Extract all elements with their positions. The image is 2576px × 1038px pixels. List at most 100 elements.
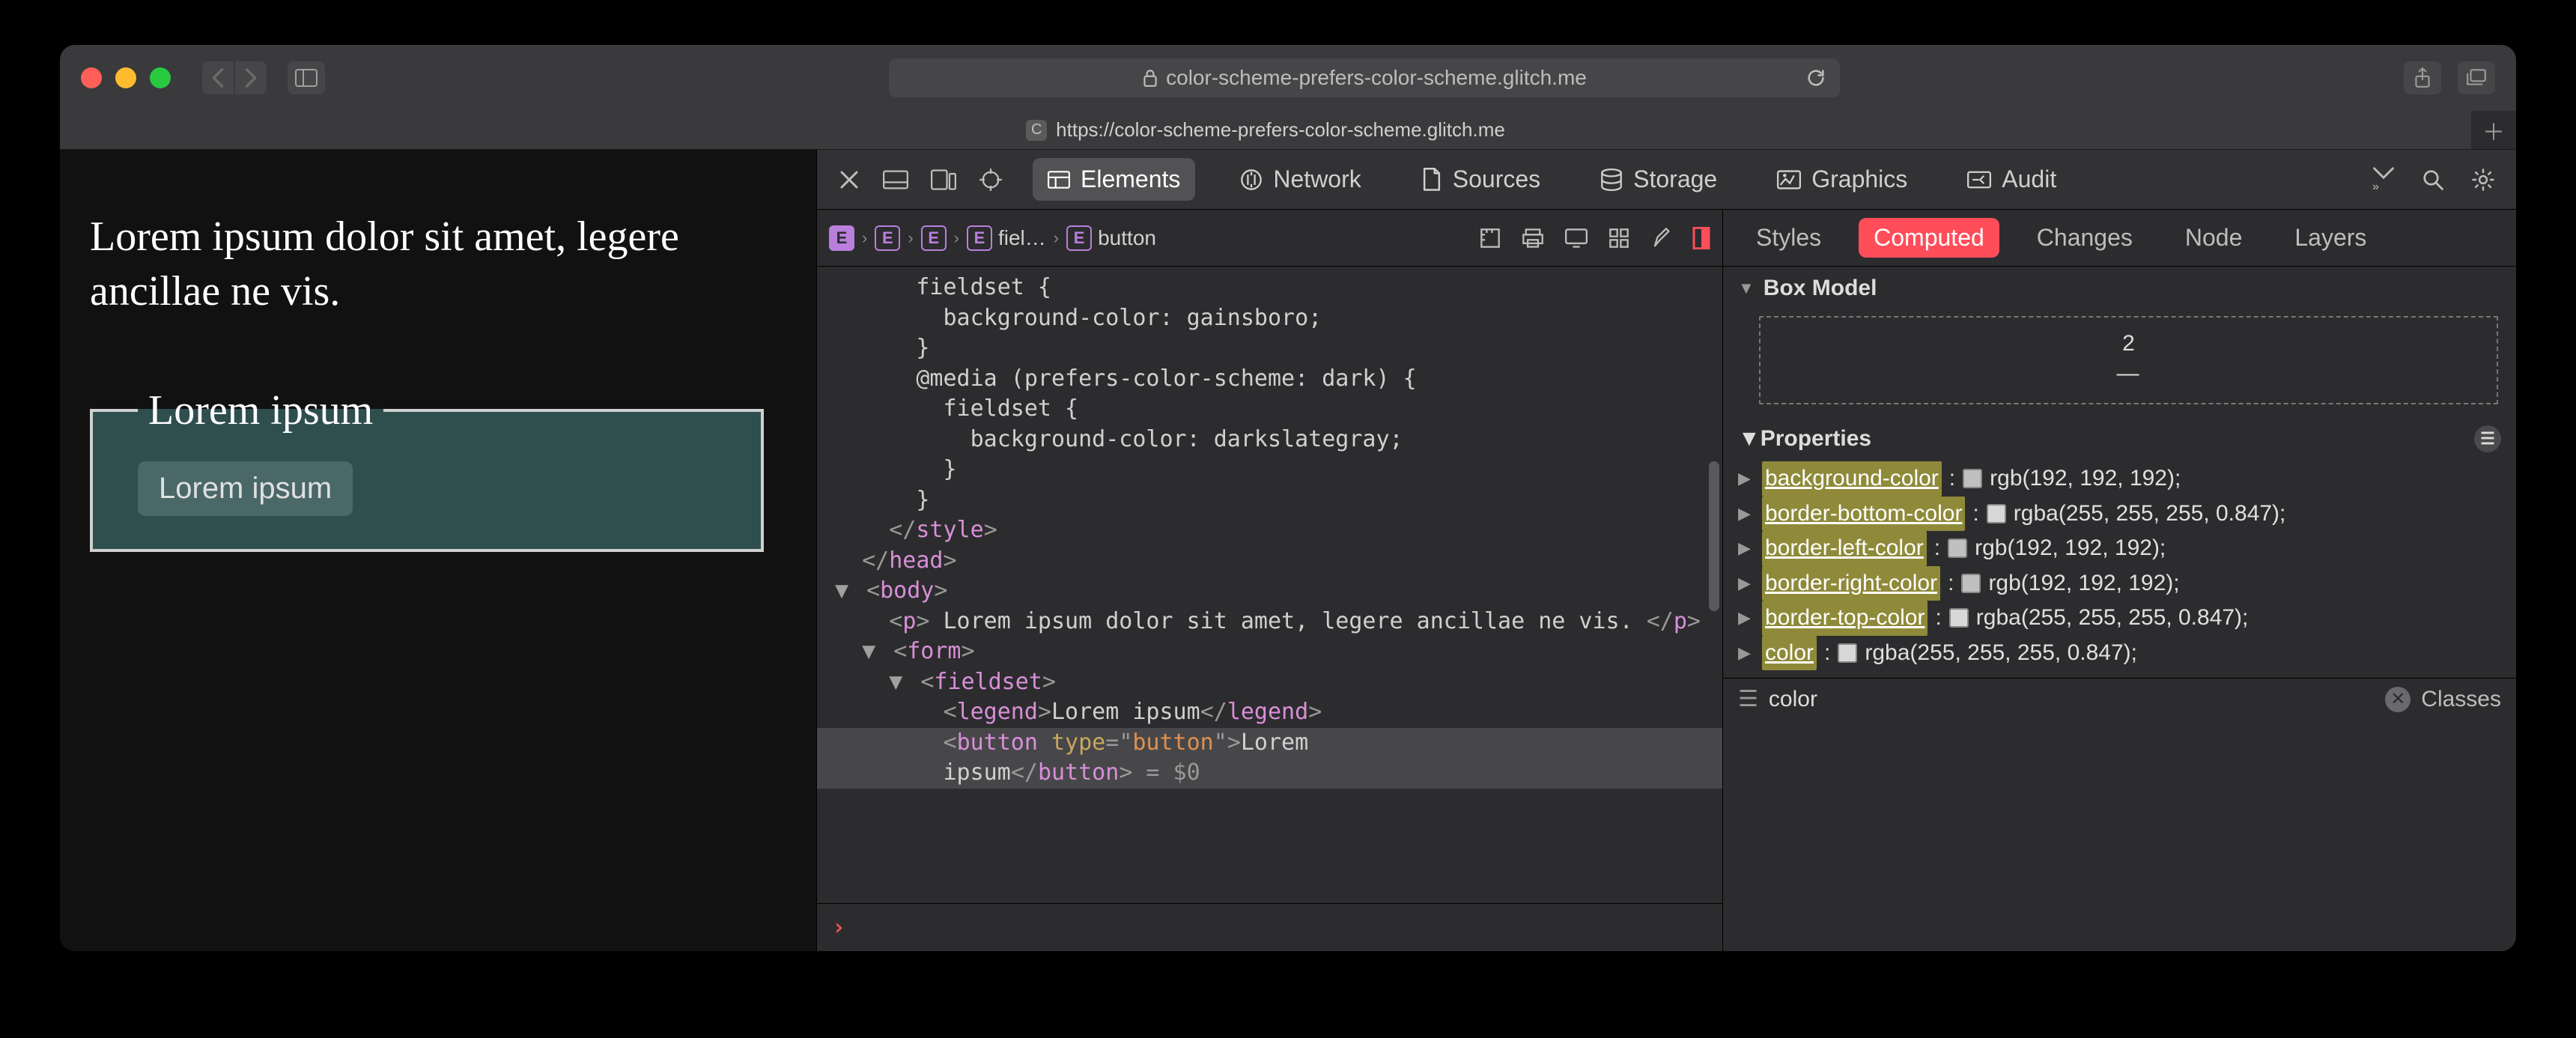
property-value: rgb(192, 192, 192); (1988, 566, 2179, 601)
color-swatch[interactable] (1987, 504, 2006, 523)
disclosure-triangle-icon: ▶ (1738, 535, 1755, 561)
reload-button[interactable] (1805, 67, 1826, 88)
search-icon[interactable] (2422, 169, 2444, 191)
devtools-left-icons (838, 168, 1003, 192)
tab-graphics[interactable]: Graphics (1762, 158, 1922, 201)
clear-filter-button[interactable]: ✕ (2385, 687, 2411, 712)
breadcrumb-item[interactable]: Efiel… (967, 225, 1046, 251)
tab-sources[interactable]: Sources (1406, 158, 1555, 201)
devtools-tabbar: Elements Network Sources Storage Graphic… (817, 150, 2516, 210)
styles-pane: Styles Computed Changes Node Layers ▼ Bo… (1723, 210, 2516, 951)
chevron-right-icon: › (954, 228, 959, 248)
tabs-button[interactable] (2458, 61, 2495, 94)
lock-icon (1142, 68, 1158, 88)
titlebar: color-scheme-prefers-color-scheme.glitch… (60, 45, 2516, 111)
nav-buttons (202, 61, 267, 94)
filter-icon[interactable]: ☰ (2474, 425, 2501, 452)
tab-styles[interactable]: Styles (1741, 218, 1836, 258)
disclosure-triangle-icon: ▶ (1738, 466, 1755, 491)
property-row[interactable]: ▶border-left-color: rgb(192, 192, 192); (1738, 531, 2501, 566)
property-name: border-left-color (1762, 531, 1927, 566)
browser-tab[interactable]: C https://color-scheme-prefers-color-sch… (60, 111, 2471, 149)
back-button[interactable] (202, 61, 234, 94)
page-button[interactable]: Lorem ipsum (138, 461, 353, 516)
devtools-body: E › E › E › Efiel… › Ebutton (817, 210, 2516, 951)
color-swatch[interactable] (1948, 538, 1967, 558)
disclosure-triangle-icon: ▶ (1738, 640, 1755, 666)
zoom-window-button[interactable] (150, 67, 171, 88)
browser-window: color-scheme-prefers-color-scheme.glitch… (60, 45, 2516, 951)
chevron-right-icon: › (862, 228, 867, 248)
properties-header[interactable]: ▼ Properties ☰ (1723, 416, 2516, 461)
tab-node[interactable]: Node (2170, 218, 2258, 258)
styles-tabbar: Styles Computed Changes Node Layers (1723, 210, 2516, 267)
dom-tree[interactable]: fieldset { background-color: gainsboro; … (817, 267, 1722, 903)
console-prompt[interactable]: › (817, 903, 1722, 951)
inspect-icon[interactable] (979, 168, 1003, 192)
page-content: Lorem ipsum dolor sit amet, legere ancil… (60, 150, 816, 951)
filter-row: ☰ ✕ Classes (1723, 678, 2516, 720)
scrollbar[interactable] (1709, 461, 1719, 611)
property-name: border-bottom-color (1762, 497, 1965, 532)
address-bar[interactable]: color-scheme-prefers-color-scheme.glitch… (889, 58, 1840, 97)
box-model[interactable]: 2 — (1759, 316, 2498, 404)
tab-elements[interactable]: Elements (1033, 158, 1195, 201)
classes-button[interactable]: Classes (2421, 687, 2501, 712)
disclosure-triangle-icon: ▼ (1738, 426, 1761, 452)
breadcrumb-item[interactable]: E (921, 225, 947, 251)
disclosure-triangle-icon: ▶ (1738, 605, 1755, 631)
property-value: rgb(192, 192, 192); (1990, 461, 2181, 497)
property-name: background-color (1762, 461, 1942, 497)
paint-icon[interactable] (1650, 227, 1671, 249)
ruler-icon[interactable] (1480, 228, 1501, 249)
property-row[interactable]: ▶border-top-color: rgba(255, 255, 255, 0… (1738, 601, 2501, 636)
tab-audit[interactable]: Audit (1952, 158, 2071, 201)
filter-funnel-icon: ☰ (1738, 686, 1758, 712)
box-model-top: 2 (1761, 331, 2497, 356)
property-row[interactable]: ▶background-color: rgb(192, 192, 192); (1738, 461, 2501, 497)
breadcrumb-item[interactable]: E (829, 225, 854, 251)
minimize-window-button[interactable] (115, 67, 136, 88)
disclosure-triangle-icon: ▶ (1738, 501, 1755, 526)
tab-changes[interactable]: Changes (2022, 218, 2148, 258)
property-row[interactable]: ▶border-right-color: rgb(192, 192, 192); (1738, 566, 2501, 601)
breadcrumb-item[interactable]: Ebutton (1066, 225, 1156, 251)
page-form: Lorem ipsum Lorem ipsum (90, 386, 786, 552)
breadcrumb-tools (1480, 227, 1710, 249)
property-value: rgba(255, 255, 255, 0.847); (1976, 601, 2249, 636)
breadcrumb-item[interactable]: E (875, 225, 900, 251)
properties-list: ▶background-color: rgb(192, 192, 192);▶b… (1723, 461, 2516, 678)
close-window-button[interactable] (81, 67, 102, 88)
dock-side-icon[interactable] (931, 169, 956, 190)
settings-icon[interactable] (2471, 168, 2495, 192)
box-model-header[interactable]: ▼ Box Model (1723, 267, 2516, 310)
tab-storage[interactable]: Storage (1585, 158, 1732, 201)
print-icon[interactable] (1522, 228, 1544, 249)
compositing-icon[interactable] (1692, 227, 1710, 249)
grid-icon[interactable] (1609, 228, 1629, 249)
dom-breadcrumb: E › E › E › Efiel… › Ebutton (817, 210, 1722, 267)
property-name: color (1762, 636, 1817, 671)
color-swatch[interactable] (1949, 608, 1969, 628)
box-model-dash: — (1761, 361, 2497, 386)
more-tabs-icon[interactable]: » (2372, 166, 2395, 194)
filter-input[interactable] (1769, 687, 2375, 712)
property-row[interactable]: ▶color: rgba(255, 255, 255, 0.847); (1738, 636, 2501, 671)
url-text: color-scheme-prefers-color-scheme.glitch… (1166, 66, 1587, 90)
color-swatch[interactable] (1961, 574, 1981, 593)
toolbar-right (2404, 61, 2495, 94)
tab-network[interactable]: Network (1225, 158, 1376, 201)
color-swatch[interactable] (1838, 643, 1857, 663)
sidebar-toggle-button[interactable] (288, 61, 325, 94)
tab-layers[interactable]: Layers (2279, 218, 2381, 258)
forward-button[interactable] (235, 61, 267, 94)
property-row[interactable]: ▶border-bottom-color: rgba(255, 255, 255… (1738, 497, 2501, 532)
page-fieldset: Lorem ipsum Lorem ipsum (90, 386, 764, 552)
color-swatch[interactable] (1963, 469, 1982, 488)
new-tab-button[interactable]: ＋ (2471, 111, 2516, 149)
tab-computed[interactable]: Computed (1859, 218, 1999, 258)
close-devtools-icon[interactable] (838, 169, 860, 191)
dock-bottom-icon[interactable] (883, 170, 908, 189)
device-icon[interactable] (1565, 228, 1588, 248)
share-button[interactable] (2404, 61, 2441, 94)
